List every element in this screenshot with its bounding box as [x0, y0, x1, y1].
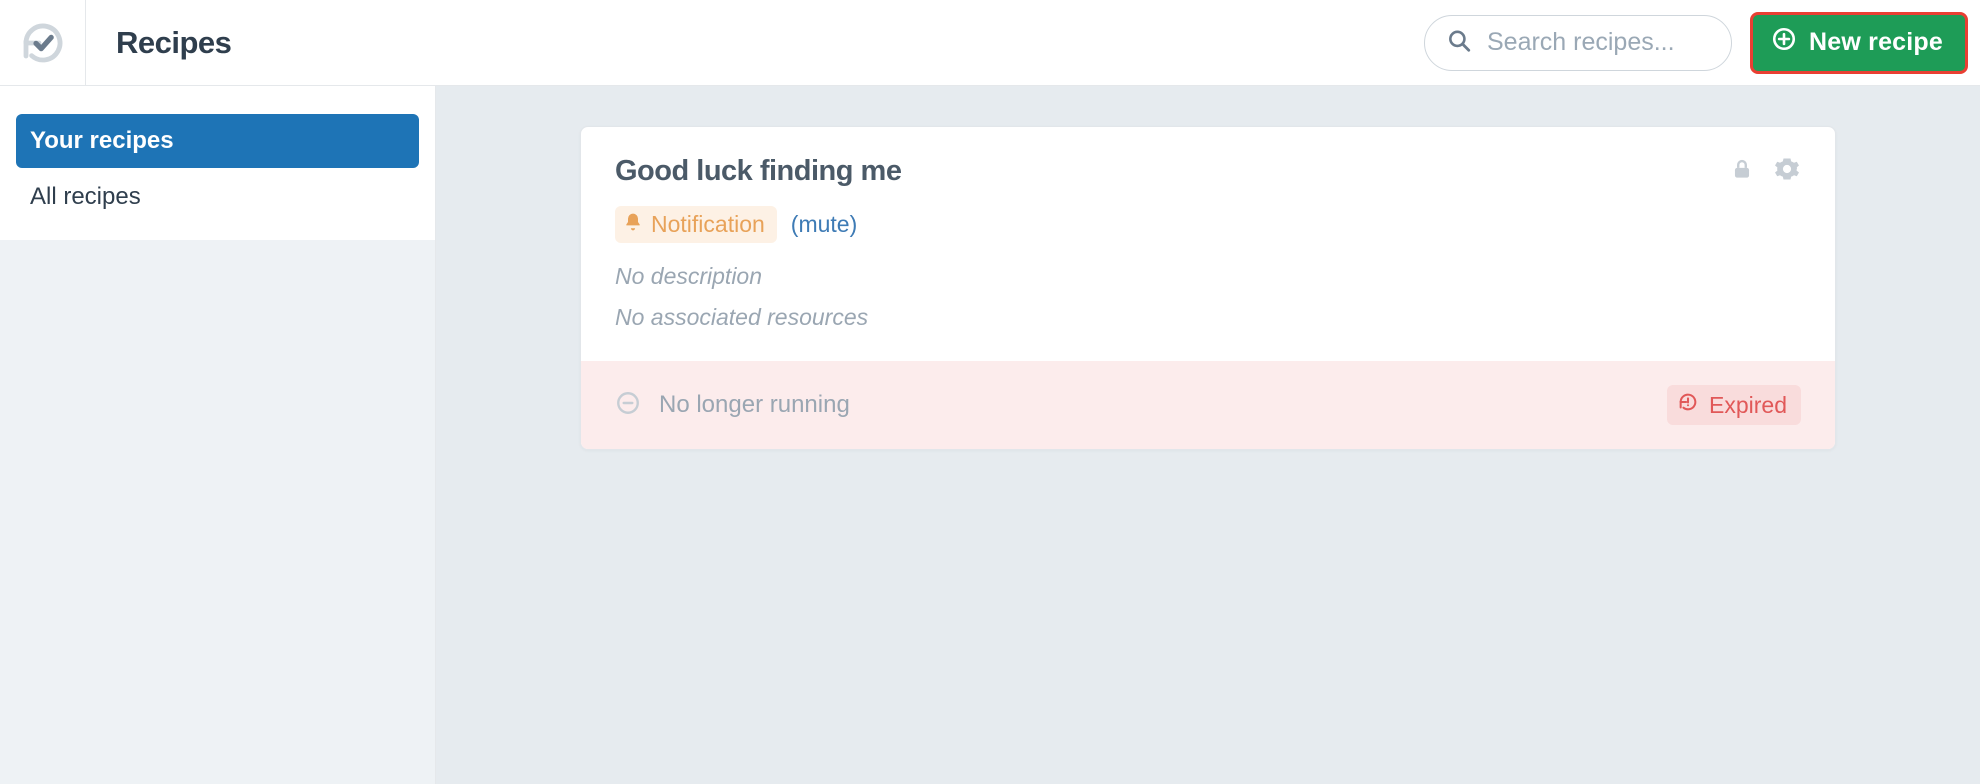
body: Your recipes All recipes Good luck findi… [0, 86, 1980, 784]
recipe-meta: No description No associated resources [581, 243, 1835, 361]
mute-link[interactable]: (mute) [791, 211, 857, 238]
recipe-card-actions [1729, 155, 1801, 188]
expired-label: Expired [1709, 392, 1787, 419]
notification-label: Notification [651, 211, 765, 238]
plus-circle-icon [1771, 26, 1797, 59]
bell-icon [623, 211, 643, 238]
expired-badge: Expired [1667, 385, 1801, 425]
recipes-logo-icon [19, 19, 67, 67]
main-content: Good luck finding me Notification [436, 86, 1980, 784]
sidebar-item-all-recipes[interactable]: All recipes [16, 170, 419, 224]
stop-circle-icon [615, 390, 641, 421]
recipe-status-bar: No longer running Expired [581, 361, 1835, 449]
sidebar-nav: Your recipes All recipes [0, 86, 435, 240]
sidebar: Your recipes All recipes [0, 86, 436, 784]
lock-icon[interactable] [1729, 156, 1755, 187]
sidebar-item-your-recipes[interactable]: Your recipes [16, 114, 419, 168]
recipe-title: Good luck finding me [615, 155, 901, 188]
recipe-card-header: Good luck finding me [581, 127, 1835, 188]
sidebar-item-label: Your recipes [30, 127, 174, 155]
search-container [1424, 15, 1732, 71]
app-logo [0, 0, 86, 86]
no-resources-text: No associated resources [615, 304, 1801, 331]
new-recipe-label: New recipe [1809, 28, 1943, 57]
no-description-text: No description [615, 263, 1801, 290]
new-recipe-button[interactable]: New recipe [1750, 12, 1968, 74]
notification-row: Notification (mute) [581, 188, 1835, 243]
gear-icon[interactable] [1773, 155, 1801, 188]
page-title: Recipes [116, 25, 231, 61]
sidebar-item-label: All recipes [30, 183, 141, 211]
history-alert-icon [1677, 391, 1699, 419]
header: Recipes New recipe [0, 0, 1980, 86]
notification-badge[interactable]: Notification [615, 206, 777, 243]
status-text: No longer running [659, 391, 850, 419]
search-input[interactable] [1424, 15, 1732, 71]
recipe-card[interactable]: Good luck finding me Notification [580, 126, 1836, 450]
